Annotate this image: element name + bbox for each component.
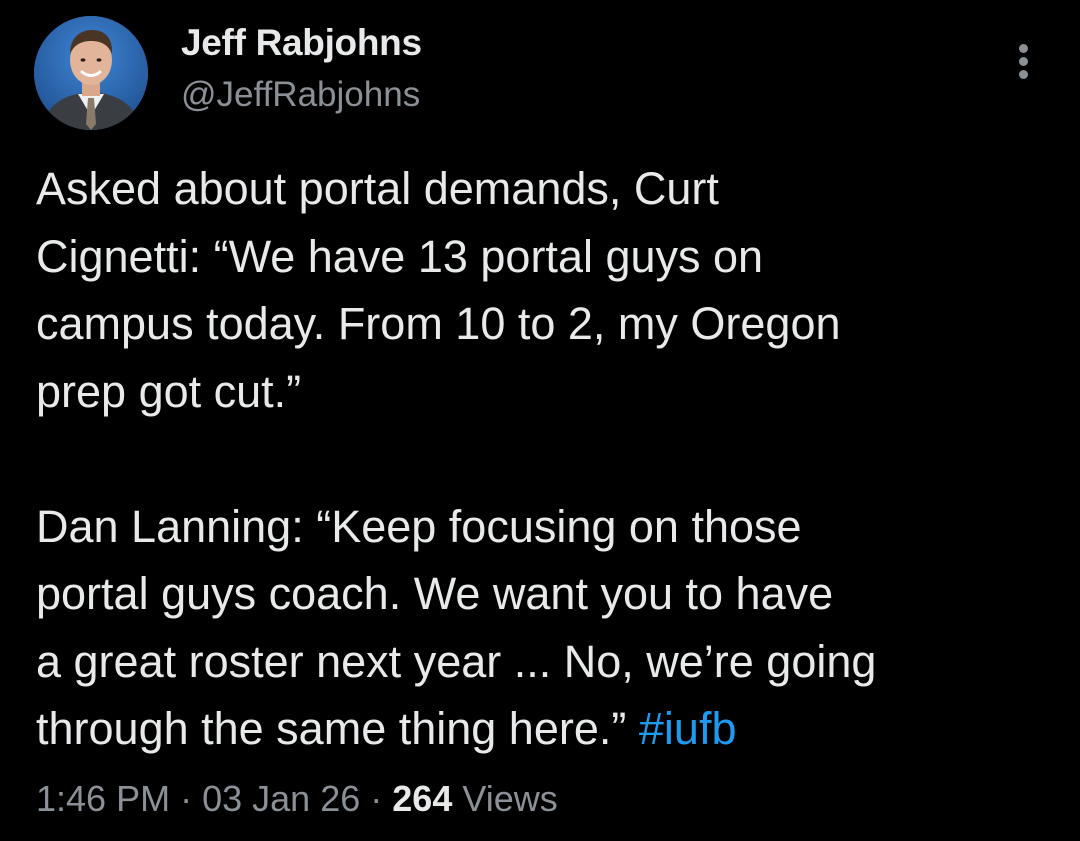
tweet-line: a great roster next year ... No, we’re g… (36, 635, 877, 687)
tweet-line: portal guys coach. We want you to have (36, 568, 834, 619)
tweet: Jeff Rabjohns @JeffRabjohns Asked about … (0, 0, 1080, 841)
hashtag-link[interactable]: #iufb (639, 703, 737, 754)
more-dot (1019, 44, 1028, 53)
more-options-icon[interactable] (1008, 40, 1038, 84)
views-count[interactable]: 264 (392, 778, 452, 819)
tweet-text: Asked about portal demands, Curt Cignett… (36, 155, 1046, 763)
tweet-meta: 1:46 PM · 03 Jan 26 · 264 Views (36, 778, 558, 820)
meta-separator: · (370, 778, 383, 819)
views-label[interactable]: Views (462, 778, 557, 819)
more-dot (1019, 57, 1028, 66)
more-dot (1019, 70, 1028, 79)
tweet-line: prep got cut.” (36, 365, 302, 417)
tweet-line: Dan Lanning: “Keep focusing on those (36, 500, 802, 552)
tweet-date[interactable]: 03 Jan 26 (202, 778, 360, 819)
avatar-image (34, 16, 148, 130)
tweet-time[interactable]: 1:46 PM (36, 778, 170, 819)
author-avatar[interactable] (34, 16, 148, 130)
meta-separator: · (180, 778, 193, 819)
tweet-line: Cignetti: “We have 13 portal guys on (36, 230, 764, 282)
tweet-last-line: through the same thing here.” #iufb (36, 695, 1046, 763)
tweet-line: campus today. From 10 to 2, my Oregon (36, 298, 841, 349)
author-name[interactable]: Jeff Rabjohns (181, 22, 422, 64)
tweet-line: through the same thing here.” (36, 703, 627, 754)
tweet-line: Asked about portal demands, Curt (36, 163, 719, 214)
author-handle[interactable]: @JeffRabjohns (181, 75, 420, 115)
